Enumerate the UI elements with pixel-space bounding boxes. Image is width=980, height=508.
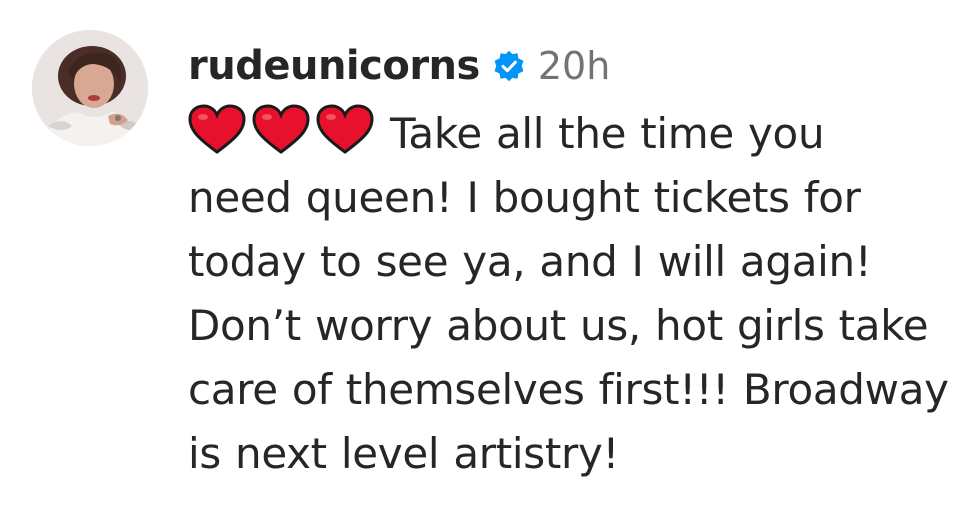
verified-badge-icon	[492, 49, 526, 83]
timestamp: 20h	[537, 44, 611, 88]
avatar[interactable]	[32, 30, 148, 146]
comment-text-line: is next level artistry!	[188, 429, 620, 478]
heart-emoji-group	[188, 104, 380, 154]
comment-line-1: Take all the time you	[188, 102, 978, 166]
comment-text-line: Take all the time you	[390, 109, 825, 158]
comment-text-line: today to see ya, and I will again!	[188, 237, 872, 286]
red-heart-icon	[316, 104, 374, 154]
comment: rudeunicorns 20h Take all the time you n…	[30, 28, 970, 498]
profile-photo-icon	[32, 30, 148, 146]
red-heart-icon	[188, 104, 246, 154]
comment-text-line: care of themselves first!!! Broadway	[188, 365, 949, 414]
comment-header: rudeunicorns 20h	[188, 36, 978, 96]
comment-text-line: Don’t worry about us, hot girls take	[188, 301, 929, 350]
comment-text: Take all the time you need queen! I boug…	[188, 102, 978, 486]
comment-text-line: need queen! I bought tickets for	[188, 173, 861, 222]
username-link[interactable]: rudeunicorns	[188, 46, 480, 86]
comment-body: rudeunicorns 20h Take all the time you n…	[188, 36, 978, 486]
red-heart-icon	[252, 104, 310, 154]
